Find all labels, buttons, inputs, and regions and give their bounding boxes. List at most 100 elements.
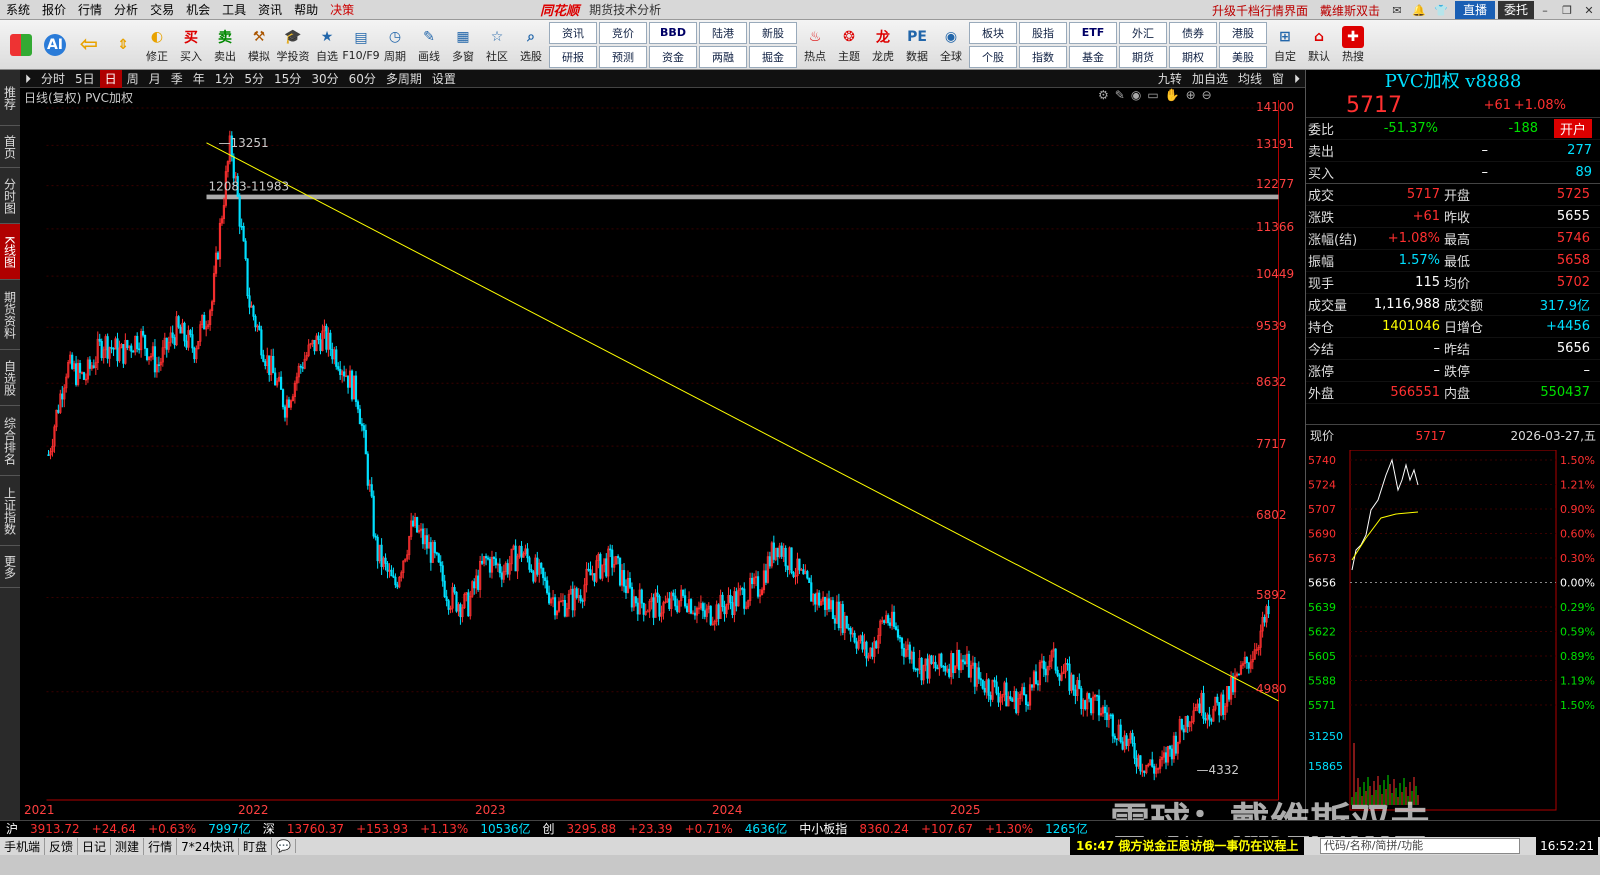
monitor-link[interactable]: 盯盘 [239,837,272,855]
period-month[interactable]: 月 [144,70,166,88]
learn-button[interactable]: 🎓 学投资 [276,21,310,69]
sidebar-item-ranking[interactable]: 综合排名 [0,406,20,476]
expand-icon[interactable]: ⏵ [1289,70,1305,88]
collapse-icon[interactable]: ⏵ [20,70,36,88]
auction-tab[interactable]: 竞价 [599,21,647,44]
period-button[interactable]: ◷ 周期 [378,21,412,69]
multiwin-button[interactable]: ▦ 多窗 [446,21,480,69]
menu-decision[interactable]: 决策 [324,0,360,20]
layout-button[interactable] [4,21,38,69]
diary-link[interactable]: 日记 [78,837,112,855]
bell-icon[interactable]: 🔔 [1408,1,1430,19]
live-button[interactable]: 直播 [1454,1,1495,19]
us-stock-tab[interactable]: 美股 [1219,45,1267,68]
sector-tab[interactable]: 板块 [969,21,1017,44]
theme-button[interactable]: ❂ 主题 [832,21,866,69]
market-link[interactable]: 行情 [144,837,178,855]
etf-tab[interactable]: ETF [1069,21,1117,44]
menu-tools[interactable]: 工具 [216,0,252,20]
capital-tab[interactable]: 资金 [649,45,697,68]
minimize-icon[interactable]: – [1534,1,1556,19]
f10-button[interactable]: ▤ F10/F9 [342,21,379,69]
stockpick-button[interactable]: ⌕ 选股 [514,21,548,69]
buy-button[interactable]: 买买入 [174,21,208,69]
research-tab[interactable]: 研报 [549,45,597,68]
custom-button[interactable]: ⊞ 自定 [1268,21,1302,69]
period-15min[interactable]: 15分 [269,70,306,88]
ai-button[interactable]: AI [38,21,72,69]
mobile-link[interactable]: 手机端 [0,837,46,855]
restore-icon[interactable]: ❐ [1556,1,1578,19]
nine-turn-button[interactable]: 九转 [1153,70,1187,88]
sidebar-item-kline[interactable]: K线图 [0,224,20,280]
add-watch-button[interactable]: 加自选 [1187,70,1233,88]
period-settings[interactable]: 设置 [427,70,461,88]
ma-button[interactable]: 均线 [1233,70,1267,88]
period-season[interactable]: 季 [166,70,188,88]
bbd-tab[interactable]: BBD [649,21,697,44]
user-link[interactable]: 戴维斯双击 [1314,2,1386,19]
sidebar-item-recommend[interactable]: 推荐 [0,70,20,126]
news-tab[interactable]: 资讯 [549,21,597,44]
period-multi[interactable]: 多周期 [381,70,427,88]
global-button[interactable]: ◉ 全球 [934,21,968,69]
sidebar-item-more[interactable]: 更多 [0,546,20,588]
period-year[interactable]: 年 [188,70,210,88]
sidebar-item-intraday[interactable]: 分时图 [0,168,20,224]
dragon-button[interactable]: 龙龙虎 [866,21,900,69]
menu-news[interactable]: 资讯 [252,0,288,20]
default-button[interactable]: ⌂ 默认 [1302,21,1336,69]
hk-connect-tab[interactable]: 陆港 [699,21,747,44]
community-button[interactable]: ☆ 社区 [480,21,514,69]
draw-button[interactable]: ✎ 画线 [412,21,446,69]
index-futures-tab[interactable]: 股指 [1019,21,1067,44]
dig-gold-tab[interactable]: 掘金 [749,45,797,68]
feedback-link[interactable]: 反馈 [45,837,79,855]
upgrade-link[interactable]: 升级千档行情界面 [1206,2,1314,19]
period-60min[interactable]: 60分 [344,70,381,88]
menu-system[interactable]: 系统 [0,0,36,20]
mail-icon[interactable]: ✉ [1386,1,1408,19]
data-button[interactable]: PE 数据 [900,21,934,69]
sidebar-item-watchlist[interactable]: 自选股 [0,350,20,406]
margin-tab[interactable]: 两融 [699,45,747,68]
close-icon[interactable]: ✕ [1578,1,1600,19]
forex-tab[interactable]: 外汇 [1119,21,1167,44]
hot-button[interactable]: ♨ 热点 [798,21,832,69]
menu-trade[interactable]: 交易 [144,0,180,20]
stock-tab[interactable]: 个股 [969,45,1017,68]
kline-chart[interactable]: —13251 12083-11983 —4332 [20,100,1305,815]
watchlist-button[interactable]: ★ 自选 [310,21,344,69]
hot-search-button[interactable]: ✚ 热搜 [1336,21,1370,69]
bond-tab[interactable]: 债券 [1169,21,1217,44]
hk-stock-tab[interactable]: 港股 [1219,21,1267,44]
menu-help[interactable]: 帮助 [288,0,324,20]
forecast-tab[interactable]: 预测 [599,45,647,68]
simulate-button[interactable]: ⚒ 模拟 [242,21,276,69]
ipo-tab[interactable]: 新股 [749,21,797,44]
intraday-chart[interactable]: 5740 1.50% 5724 1.21% 5707 0.90% 5690 0.60% 5673… [1306,450,1600,820]
period-30min[interactable]: 30分 [306,70,343,88]
account-dropdown[interactable]: 委托 [1497,1,1534,19]
flash-news-link[interactable]: 7*24快讯 [177,837,239,855]
futures-tab[interactable]: 期货 [1119,45,1167,68]
fund-tab[interactable]: 基金 [1069,45,1117,68]
sidebar-item-sh-index[interactable]: 上证指数 [0,476,20,546]
chat-icon[interactable]: 💬 [272,839,296,853]
period-week[interactable]: 周 [122,70,144,88]
menu-quote[interactable]: 报价 [36,0,72,20]
indices-tab[interactable]: 指数 [1019,45,1067,68]
test-link[interactable]: 测建 [111,837,145,855]
menu-market[interactable]: 行情 [72,0,108,20]
period-5day[interactable]: 5日 [70,70,100,88]
sidebar-item-futures-info[interactable]: 期货资料 [0,280,20,350]
menu-opportunity[interactable]: 机会 [180,0,216,20]
period-intraday[interactable]: 分时 [36,70,70,88]
sidebar-item-home[interactable]: 首页 [0,126,20,168]
period-1min[interactable]: 1分 [210,70,240,88]
up-down-button[interactable]: ⇕ [106,21,140,69]
open-account-button[interactable]: 开户 [1554,119,1593,138]
sell-button[interactable]: 卖卖出 [208,21,242,69]
back-button[interactable]: ⇦ [72,21,106,69]
search-input[interactable]: 代码/名称/简拼/功能 [1320,838,1520,854]
